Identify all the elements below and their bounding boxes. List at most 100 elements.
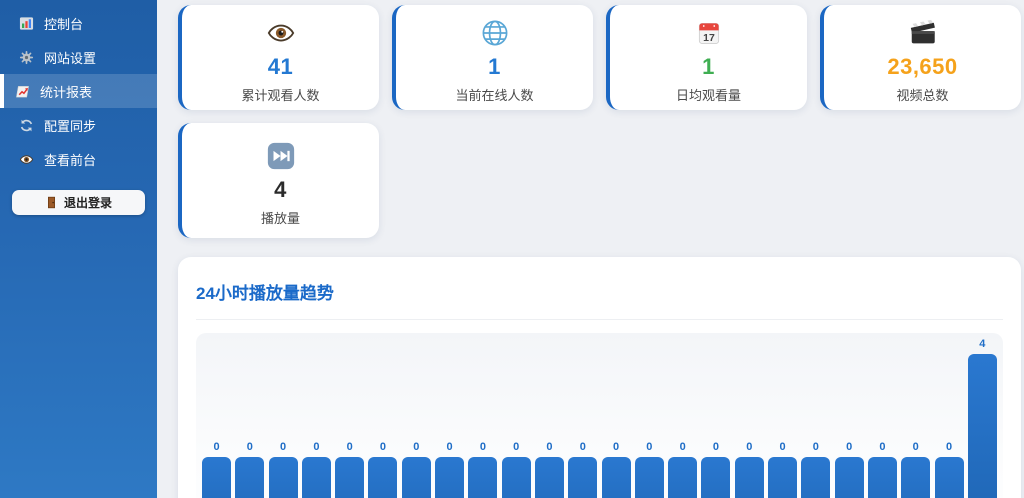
logout-label: 退出登录 [63, 196, 112, 210]
bar: 0 [668, 441, 698, 498]
sidebar-item-config-sync[interactable]: 配置同步 [0, 108, 157, 142]
bar-chart: 0 0 0 0 0 0 0 0 0 0 0 0 0 0 0 0 0 0 0 0 0 0 0 4 [202, 333, 997, 498]
chart-divider [196, 319, 1003, 320]
bar-value-label: 0 [779, 441, 786, 453]
gear-icon [19, 50, 34, 65]
bar: 0 [368, 441, 398, 498]
bar-value-label: 0 [479, 441, 486, 453]
bar-rect [867, 457, 897, 498]
bar: 0 [401, 441, 431, 498]
bar-rect [901, 457, 931, 498]
bar-rect [734, 457, 764, 498]
sidebar-item-label: 统计报表 [40, 84, 93, 100]
bar-rect [967, 354, 997, 498]
bar-value-label: 0 [313, 441, 320, 453]
sidebar-item-console[interactable]: 控制台 [0, 6, 157, 40]
bar-value-label: 4 [979, 338, 986, 350]
bar: 0 [268, 441, 298, 498]
bar-value-label: 0 [379, 441, 387, 453]
admin-dashboard: 控制台 网站设置 统计报表 配置同步 查看前台 退出登录 41 累计观看人数 1… [0, 0, 1024, 498]
stat-card-play-count: 4 播放量 [178, 123, 379, 238]
bar: 0 [701, 441, 731, 498]
bar: 0 [901, 441, 931, 498]
eye-icon [19, 152, 34, 167]
stat-label: 累计观看人数 [241, 88, 320, 103]
sidebar-item-site-settings[interactable]: 网站设置 [0, 40, 157, 74]
chart-title: 24小时播放量趋势 [196, 284, 334, 303]
bar: 0 [867, 441, 897, 498]
stat-value: 1 [702, 54, 715, 79]
bar: 0 [568, 441, 598, 498]
door-icon [45, 196, 58, 209]
bar-rect [335, 457, 365, 498]
stat-card-total-viewers: 41 累计观看人数 [178, 5, 379, 110]
sidebar-item-view-frontend[interactable]: 查看前台 [0, 142, 157, 176]
bar-chart-icon [19, 16, 34, 31]
stat-label: 当前在线人数 [455, 88, 534, 103]
bar-rect [368, 457, 398, 498]
bar: 0 [734, 441, 764, 498]
bar: 0 [834, 441, 864, 498]
stat-cards-row-1: 41 累计观看人数 1 当前在线人数 17 1 日均观看量 23,650 视频总… [178, 5, 1024, 110]
bar-rect [235, 457, 265, 498]
stat-card-daily-views: 17 1 日均观看量 [606, 5, 807, 110]
bar-value-label: 0 [213, 441, 220, 453]
bar-value-label: 0 [912, 441, 919, 453]
bar: 0 [202, 441, 231, 498]
bar-value-label: 0 [446, 441, 453, 453]
bar-rect [534, 457, 564, 498]
bar: 0 [501, 441, 531, 498]
bar-rect [634, 457, 664, 498]
sidebar: 控制台 网站设置 统计报表 配置同步 查看前台 退出登录 [0, 0, 157, 498]
bar-rect [501, 457, 531, 498]
stat-card-online-users: 1 当前在线人数 [392, 5, 593, 110]
bar: 0 [634, 441, 664, 498]
bar-value-label: 0 [413, 441, 420, 453]
stat-label: 播放量 [260, 211, 300, 226]
bar-chart-plot-area: 0 0 0 0 0 0 0 0 0 0 0 0 0 0 0 0 0 0 0 0 0 0 0 4 [196, 333, 1003, 498]
bar-value-label: 0 [579, 441, 586, 453]
bar-rect [202, 457, 231, 498]
bar-value-label: 0 [646, 441, 653, 453]
sidebar-item-statistics[interactable]: 统计报表 [0, 74, 157, 108]
sidebar-item-label: 网站设置 [44, 50, 97, 66]
chart-up-icon [15, 84, 30, 99]
bar: 4 [967, 338, 997, 498]
stat-label: 日均观看量 [675, 88, 741, 103]
clapperboard-icon [908, 18, 938, 48]
bar-value-label: 0 [746, 441, 753, 453]
bar-value-label: 0 [246, 441, 253, 453]
stat-value: 23,650 [887, 54, 958, 79]
bar-value-label: 0 [346, 441, 353, 453]
sidebar-item-label: 控制台 [44, 16, 84, 32]
bar-rect [701, 457, 731, 498]
stat-value: 4 [274, 177, 287, 202]
bar-value-label: 0 [945, 441, 953, 453]
bar-rect [668, 457, 698, 498]
bar-value-label: 0 [679, 441, 686, 453]
bar-rect [801, 457, 831, 498]
bar-value-label: 0 [546, 441, 553, 453]
globe-icon [480, 18, 510, 48]
bar-rect [568, 457, 598, 498]
main-content: 41 累计观看人数 1 当前在线人数 17 1 日均观看量 23,650 视频总… [157, 0, 1024, 498]
bar-value-label: 0 [846, 441, 853, 453]
bar: 0 [468, 441, 498, 498]
bar: 0 [335, 441, 365, 498]
logout-button[interactable]: 退出登录 [12, 190, 145, 215]
bar-value-label: 0 [613, 441, 620, 453]
bar-rect [268, 457, 298, 498]
svg-text:17: 17 [703, 32, 715, 44]
bar-rect [301, 457, 331, 498]
bar: 0 [534, 441, 564, 498]
bar-rect [934, 457, 964, 498]
bar-rect [834, 457, 864, 498]
next-track-icon [266, 141, 296, 171]
stat-cards-row-2: 4 播放量 [178, 123, 1024, 238]
eye-icon [266, 18, 296, 48]
stat-label: 视频总数 [896, 88, 949, 103]
bar-rect [768, 457, 798, 498]
bar-value-label: 0 [712, 441, 720, 453]
bar-rect [468, 457, 498, 498]
bar: 0 [601, 441, 631, 498]
